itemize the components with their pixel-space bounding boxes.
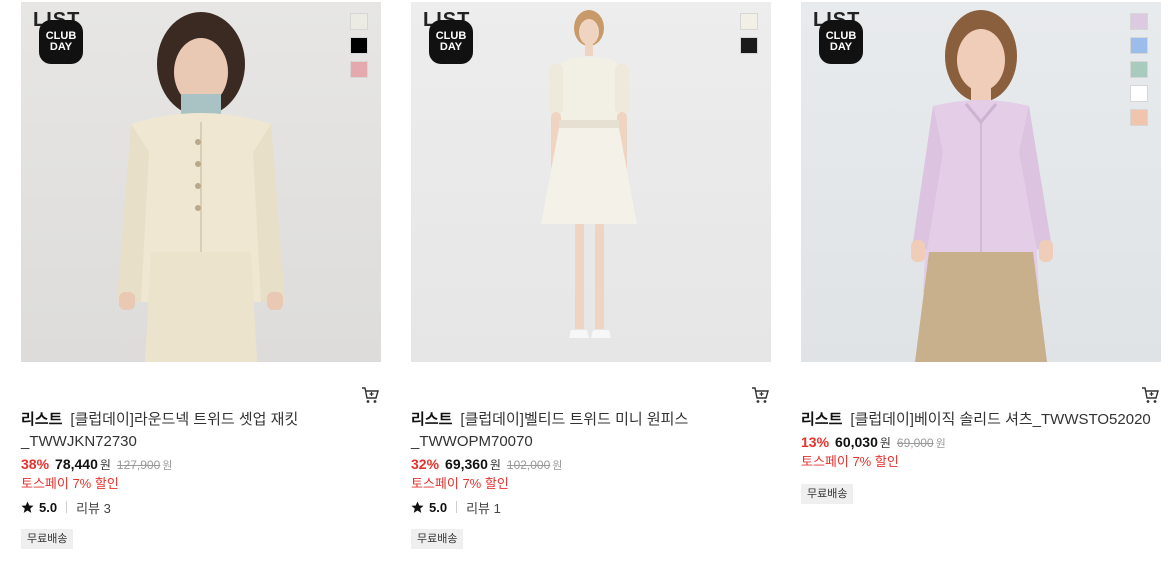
product-name: [클럽데이]베이직 솔리드 셔츠_TWWSTO52020	[850, 411, 1151, 428]
badge-line-2: DAY	[829, 41, 853, 53]
rating-score: 5.0	[39, 499, 58, 515]
club-day-badge: CLUB DAY	[39, 20, 83, 64]
review-count[interactable]: 리뷰 1	[466, 498, 501, 517]
review-count[interactable]: 리뷰 3	[76, 498, 111, 517]
free-shipping-badge: 무료배송	[411, 529, 464, 549]
club-day-badge: CLUB DAY	[819, 20, 863, 64]
product-card[interactable]: LIST CLUB DAY 리스트[클럽데이]라운드넥 트위드 셋업 재킷_TW…	[21, 2, 381, 549]
discount-rate: 13%	[801, 434, 830, 450]
payment-promo: 토스페이 7% 할인	[411, 476, 509, 491]
product-title[interactable]: 리스트 [클럽데이]벨티드 트위드 미니 원피스_TWWOPM70070	[411, 409, 771, 453]
cart-plus-icon[interactable]	[1141, 386, 1159, 404]
rating-score: 5.0	[429, 499, 448, 515]
color-swatches	[350, 13, 369, 85]
product-card[interactable]: LIST CLUB DAY 리스트[클럽데이]베이직 솔리드 셔츠_T	[801, 2, 1161, 504]
color-swatch[interactable]	[350, 13, 368, 30]
color-swatch[interactable]	[1130, 37, 1148, 54]
product-name: [클럽데이]라운드넥 트위드 셋업 재킷_TWWJKN72730	[21, 411, 299, 450]
cart-row	[801, 362, 1161, 406]
discount-rate: 32%	[411, 456, 440, 472]
product-image[interactable]: LIST CLUB DAY	[411, 2, 771, 362]
currency-unit: 원	[99, 458, 111, 472]
rating-row: 5.0 리뷰 3	[21, 498, 381, 516]
product-brand: 리스트	[21, 411, 63, 428]
original-price: 127,900	[116, 458, 161, 472]
product-name: [클럽데이]벨티드 트위드 미니 원피스_TWWOPM70070	[411, 411, 689, 450]
original-price: 69,000	[896, 436, 934, 450]
color-swatch[interactable]	[350, 37, 368, 54]
color-swatch[interactable]	[1130, 85, 1148, 102]
divider	[456, 501, 458, 513]
product-image[interactable]: LIST CLUB DAY	[21, 2, 381, 362]
product-brand: 리스트	[801, 411, 843, 428]
cart-row	[411, 362, 771, 406]
product-card[interactable]: LIST CLUB DAY 리스트[클럽데이]벨티드 트위드 미니 원피스_TW…	[411, 2, 771, 549]
currency-unit: 원	[489, 458, 501, 472]
color-swatch[interactable]	[350, 61, 368, 78]
star-icon	[21, 501, 34, 513]
club-day-badge: CLUB DAY	[429, 20, 473, 64]
cart-plus-icon[interactable]	[751, 386, 769, 404]
original-price: 102,000	[506, 458, 551, 472]
payment-promo: 토스페이 7% 할인	[801, 454, 899, 469]
price-row: 32% 69,360 원 102,000 원	[411, 456, 771, 474]
color-swatch[interactable]	[740, 13, 758, 30]
color-swatches	[1130, 13, 1149, 133]
cart-row	[21, 362, 381, 406]
payment-promo: 토스페이 7% 할인	[21, 476, 119, 491]
sale-price: 78,440	[55, 456, 98, 472]
product-title[interactable]: 리스트 [클럽데이]베이직 솔리드 셔츠_TWWSTO52020	[801, 409, 1161, 431]
free-shipping-badge: 무료배송	[801, 484, 854, 504]
rating-row: 5.0 리뷰 1	[411, 498, 771, 516]
badge-line-2: DAY	[49, 41, 73, 53]
free-shipping-badge: 무료배송	[21, 529, 74, 549]
divider	[66, 501, 68, 513]
product-image[interactable]: LIST CLUB DAY	[801, 2, 1161, 362]
color-swatch[interactable]	[1130, 13, 1148, 30]
star-icon	[411, 501, 424, 513]
product-brand: 리스트	[411, 411, 453, 428]
color-swatch[interactable]	[1130, 61, 1148, 78]
product-title[interactable]: 리스트 [클럽데이]라운드넥 트위드 셋업 재킷_TWWJKN72730	[21, 409, 381, 453]
price-row: 38% 78,440 원 127,900 원	[21, 456, 381, 474]
price-row: 13% 60,030 원 69,000 원	[801, 434, 1161, 452]
original-currency-unit: 원	[552, 460, 563, 472]
currency-unit: 원	[879, 436, 891, 450]
color-swatch[interactable]	[1130, 109, 1148, 126]
cart-plus-icon[interactable]	[361, 386, 379, 404]
original-currency-unit: 원	[162, 460, 173, 472]
discount-rate: 38%	[21, 456, 50, 472]
original-currency-unit: 원	[935, 438, 946, 450]
sale-price: 69,360	[445, 456, 488, 472]
product-grid: LIST CLUB DAY 리스트[클럽데이]라운드넥 트위드 셋업 재킷_TW…	[0, 0, 1170, 570]
sale-price: 60,030	[835, 434, 878, 450]
badge-line-2: DAY	[439, 41, 463, 53]
color-swatch[interactable]	[740, 37, 758, 54]
color-swatches	[740, 13, 759, 61]
